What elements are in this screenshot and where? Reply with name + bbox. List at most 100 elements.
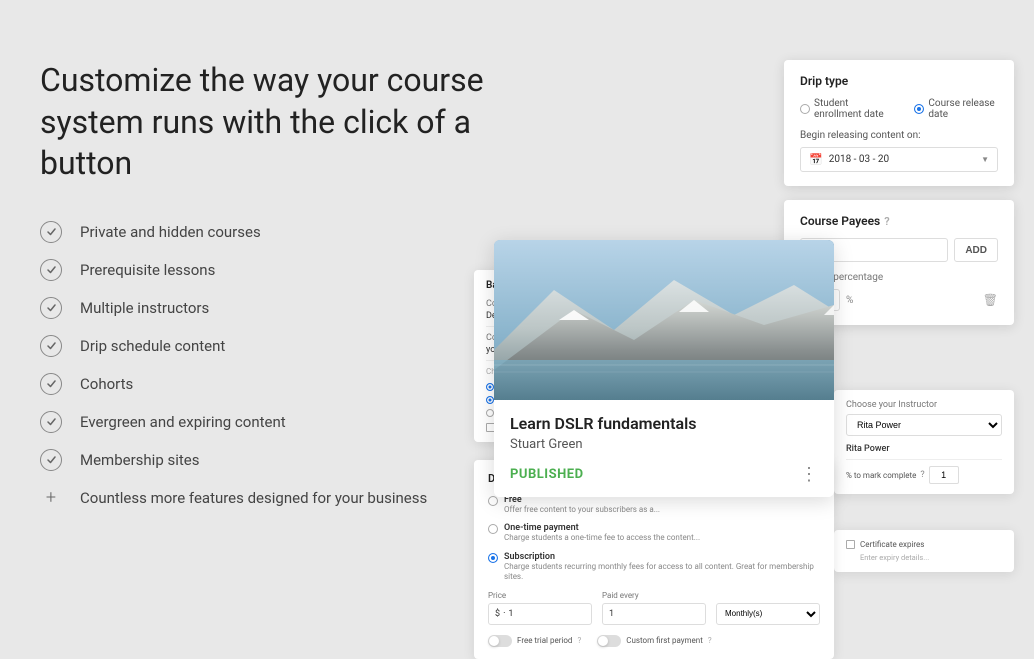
enrollment-radio[interactable] <box>800 104 810 114</box>
feature-label-membership: Membership sites <box>80 451 199 469</box>
free-trial-pill[interactable] <box>488 635 512 647</box>
check-icon <box>40 297 62 319</box>
feature-label-prerequisite: Prerequisite lessons <box>80 261 215 279</box>
pricing-option-subscription[interactable]: Subscription Charge students recurring m… <box>488 552 820 583</box>
check-icon <box>40 221 62 243</box>
cert-row: Certificate expires <box>846 540 1002 549</box>
date-value: 2018 - 03 - 20 <box>829 154 889 165</box>
release-radio[interactable] <box>914 104 924 114</box>
check-icon <box>40 373 62 395</box>
one-time-desc: Charge students a one-time fee to access… <box>504 533 700 543</box>
date-label: Begin releasing content on: <box>800 130 998 141</box>
complete-input[interactable] <box>929 466 959 484</box>
custom-payment-toggle[interactable]: Custom first payment ? <box>597 635 711 647</box>
free-option-content: Free Offer free content to your subscrib… <box>504 495 660 515</box>
period-label <box>716 591 820 600</box>
feature-list: Private and hidden courses Prerequisite … <box>40 221 500 509</box>
date-input[interactable]: 📅 2018 - 03 - 20 ▼ <box>800 147 998 172</box>
status-row: PUBLISHED ⋮ <box>510 464 818 485</box>
toggle-row: Free trial period ? Custom first payment… <box>488 635 820 647</box>
one-time-radio[interactable] <box>488 524 498 534</box>
one-time-content: One-time payment Charge students a one-t… <box>504 523 700 543</box>
period-select[interactable]: Monthly(s) <box>716 603 820 625</box>
course-title: Learn DSLR fundamentals <box>510 414 818 433</box>
free-trial-toggle[interactable]: Free trial period ? <box>488 635 581 647</box>
custom-payment-pill[interactable] <box>597 635 621 647</box>
calendar-icon: 📅 <box>809 153 823 166</box>
price-number: 1 <box>508 609 513 619</box>
enrollment-label: Student enrollment date <box>814 98 898 120</box>
subscription-content: Subscription Charge students recurring m… <box>504 552 820 583</box>
price-input[interactable]: $ · 1 <box>488 603 592 625</box>
currency-symbol: $ <box>495 609 500 619</box>
drip-radio-group: Student enrollment date Course release d… <box>800 98 998 120</box>
status-badge: PUBLISHED <box>510 467 584 482</box>
feature-item-multiple-instructors: Multiple instructors <box>40 297 500 319</box>
instructor-value: Rita Power <box>846 444 1002 460</box>
price-row: Price $ · 1 Paid every 1 Monthly(s) <box>488 591 820 625</box>
check-icon <box>40 335 62 357</box>
drip-card-title: Drip type <box>800 74 998 88</box>
paid-every-label: Paid every <box>602 591 706 600</box>
free-trial-label: Free trial period <box>517 636 572 645</box>
feature-item-drip-schedule: Drip schedule content <box>40 335 500 357</box>
pricing-option-one-time[interactable]: One-time payment Charge students a one-t… <box>488 523 820 543</box>
feature-label-multiple-instructors: Multiple instructors <box>80 299 209 317</box>
main-course-card: Learn DSLR fundamentals Stuart Green PUB… <box>494 240 834 497</box>
headline: Customize the way your course system run… <box>40 60 500 185</box>
feature-item-private-courses: Private and hidden courses <box>40 221 500 243</box>
price-label: Price <box>488 591 592 600</box>
instructor-select[interactable]: Rita Power <box>846 414 1002 436</box>
feature-item-membership: Membership sites <box>40 449 500 471</box>
free-desc: Offer free content to your subscribers a… <box>504 505 660 515</box>
payees-add-button[interactable]: ADD <box>954 238 998 262</box>
free-trial-info: ? <box>577 636 581 645</box>
question-mark-icon: ? <box>920 470 924 480</box>
radio-3-circle[interactable] <box>486 409 494 417</box>
feature-item-more: + Countless more features designed for y… <box>40 487 500 509</box>
plus-icon: + <box>40 487 62 509</box>
price-value: · <box>503 609 505 619</box>
check-icon <box>40 411 62 433</box>
instructor-card: Choose your Instructor Rita Power Rita P… <box>834 390 1014 494</box>
cert-label: Certificate expires <box>860 540 924 549</box>
paid-input[interactable]: 1 <box>602 603 706 625</box>
feature-item-evergreen: Evergreen and expiring content <box>40 411 500 433</box>
course-image <box>494 240 834 400</box>
drip-option-release[interactable]: Course release date <box>914 98 998 120</box>
subscription-radio[interactable] <box>488 553 498 563</box>
paid-value: 1 <box>609 609 614 619</box>
complete-label: % to mark complete <box>846 471 916 480</box>
dropdown-arrow: ▼ <box>981 155 989 164</box>
release-label: Course release date <box>928 98 998 120</box>
feature-item-prerequisite: Prerequisite lessons <box>40 259 500 281</box>
radio-1-circle[interactable] <box>486 383 494 391</box>
subscription-desc: Charge students recurring monthly fees f… <box>504 562 820 583</box>
price-col-amount: Price $ · 1 <box>488 591 592 625</box>
free-radio[interactable] <box>488 496 498 506</box>
feature-item-cohorts: Cohorts <box>40 373 500 395</box>
drip-option-enrollment[interactable]: Student enrollment date <box>800 98 898 120</box>
pricing-option-free[interactable]: Free Offer free content to your subscrib… <box>488 495 820 515</box>
feature-label-private-courses: Private and hidden courses <box>80 223 261 241</box>
check-icon <box>40 449 62 471</box>
subscription-label: Subscription <box>504 552 820 562</box>
complete-row: % to mark complete ? <box>846 466 1002 484</box>
price-col-frequency: Monthly(s) <box>716 591 820 625</box>
feature-label-evergreen: Evergreen and expiring content <box>80 413 286 431</box>
cert-checkbox[interactable] <box>846 540 855 549</box>
left-panel: Customize the way your course system run… <box>40 60 500 525</box>
context-menu-icon[interactable]: ⋮ <box>800 464 818 485</box>
payees-card-title: Course Payees ? <box>800 214 998 228</box>
feature-label-drip-schedule: Drip schedule content <box>80 337 225 355</box>
percent-symbol: % <box>846 295 853 306</box>
feature-label-more: Countless more features designed for you… <box>80 489 427 507</box>
payees-info-icon: ? <box>884 215 889 228</box>
radio-2-circle[interactable] <box>486 396 494 404</box>
price-col-period: Paid every 1 <box>602 591 706 625</box>
trash-icon[interactable]: 🗑 <box>983 293 998 307</box>
feature-label-cohorts: Cohorts <box>80 375 133 393</box>
course-info: Learn DSLR fundamentals Stuart Green PUB… <box>494 400 834 497</box>
one-time-label: One-time payment <box>504 523 700 533</box>
instructor-label: Choose your Instructor <box>846 400 1002 410</box>
